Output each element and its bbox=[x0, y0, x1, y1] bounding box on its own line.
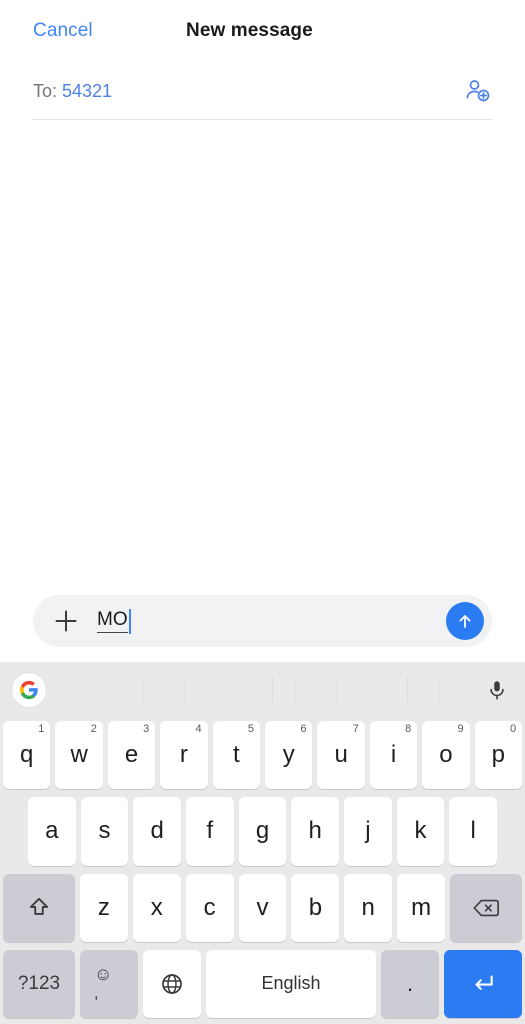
shift-key[interactable] bbox=[3, 873, 75, 942]
key-hint: 7 bbox=[352, 723, 359, 735]
space-key[interactable]: English bbox=[206, 949, 376, 1018]
period-key[interactable]: . bbox=[381, 949, 439, 1018]
key-l[interactable]: l bbox=[449, 797, 498, 866]
key-k[interactable]: k bbox=[396, 797, 445, 866]
key-hint: 0 bbox=[509, 723, 517, 735]
key-hint: 3 bbox=[143, 723, 150, 735]
key-u[interactable]: 7u bbox=[317, 721, 365, 790]
suggestion-divider bbox=[272, 677, 274, 703]
key-hint: 2 bbox=[90, 723, 97, 735]
backspace-icon bbox=[473, 899, 499, 916]
key-i[interactable]: 8i bbox=[369, 721, 418, 790]
suggestion-strip bbox=[0, 662, 525, 718]
key-label: t bbox=[232, 741, 240, 769]
key-z[interactable]: z bbox=[80, 873, 128, 942]
key-o[interactable]: 9o bbox=[422, 721, 470, 790]
comma-label: , bbox=[94, 985, 99, 1003]
key-label: q bbox=[20, 741, 34, 769]
language-switch-key[interactable] bbox=[143, 949, 201, 1018]
key-label: u bbox=[334, 741, 348, 769]
key-q[interactable]: 1q bbox=[3, 721, 51, 790]
key-e[interactable]: 3e bbox=[107, 721, 156, 790]
suggestion-divider bbox=[293, 677, 295, 703]
recipient-label: To: bbox=[33, 80, 58, 101]
suggestion-slots[interactable] bbox=[46, 662, 481, 718]
key-v[interactable]: v bbox=[238, 873, 287, 942]
emoji-comma-key[interactable]: ☺ , bbox=[80, 949, 138, 1018]
page-title: New message bbox=[186, 20, 313, 41]
suggestion-divider bbox=[141, 677, 143, 703]
composing-text: MO bbox=[97, 609, 128, 633]
suggestion-divider bbox=[437, 677, 439, 703]
send-button[interactable] bbox=[446, 602, 484, 640]
enter-return-icon bbox=[475, 975, 493, 990]
key-label: e bbox=[124, 741, 139, 769]
recipient-row: To: 54321 bbox=[0, 62, 525, 120]
key-n[interactable]: n bbox=[344, 873, 393, 942]
key-label: o bbox=[439, 741, 453, 769]
new-message-screen: Cancel New message To: 54321 MO 1 q 2 w … bbox=[0, 0, 525, 1024]
suggestion-divider bbox=[185, 677, 187, 703]
plus-icon[interactable] bbox=[51, 606, 81, 636]
key-row-1: 1q 2w 3e 4r 5t 6y 7u 8i 9o 0p bbox=[3, 721, 523, 790]
key-rows: 1q 2w 3e 4r 5t 6y 7u 8i 9o 0p a s d f g … bbox=[0, 718, 525, 1024]
key-b[interactable]: b bbox=[291, 873, 340, 942]
key-label: i bbox=[390, 741, 397, 769]
suggestion-divider bbox=[407, 677, 409, 703]
key-x[interactable]: x bbox=[132, 873, 181, 942]
emoji-smiley-icon: ☺ bbox=[94, 964, 113, 985]
key-label: r bbox=[179, 741, 188, 769]
recipient-value: 54321 bbox=[62, 80, 113, 101]
key-hint: 4 bbox=[195, 723, 202, 735]
key-label: w bbox=[70, 741, 88, 769]
key-r[interactable]: 4r bbox=[160, 721, 208, 790]
key-row-3: z x c v b n m bbox=[3, 873, 523, 942]
key-w[interactable]: 2w bbox=[55, 721, 103, 790]
key-a[interactable]: a bbox=[28, 797, 76, 866]
symbols-key[interactable]: ?123 bbox=[3, 949, 75, 1018]
enter-key[interactable] bbox=[444, 949, 522, 1018]
key-y[interactable]: 6y bbox=[265, 721, 313, 790]
compose-bar: MO bbox=[0, 580, 525, 662]
key-label: y bbox=[282, 741, 295, 769]
recipient-input[interactable]: To: 54321 bbox=[33, 81, 492, 102]
recipient-divider bbox=[33, 119, 492, 120]
suggestion-divider bbox=[337, 677, 339, 703]
text-caret bbox=[128, 608, 132, 634]
key-j[interactable]: j bbox=[344, 797, 392, 866]
message-text-field[interactable]: MO bbox=[97, 595, 484, 647]
key-row-2: a s d f g h j k l bbox=[3, 797, 522, 866]
key-p[interactable]: 0p bbox=[474, 721, 523, 790]
backspace-key[interactable] bbox=[450, 873, 523, 942]
cancel-button[interactable]: Cancel bbox=[33, 20, 93, 42]
key-g[interactable]: g bbox=[238, 797, 287, 866]
key-m[interactable]: m bbox=[397, 873, 446, 942]
message-input-container[interactable]: MO bbox=[33, 595, 492, 647]
key-d[interactable]: d bbox=[133, 797, 182, 866]
key-hint: 5 bbox=[247, 723, 255, 735]
microphone-icon[interactable] bbox=[481, 674, 513, 706]
shift-arrow-icon bbox=[29, 897, 49, 915]
key-t[interactable]: 5t bbox=[212, 721, 261, 790]
globe-icon bbox=[162, 974, 182, 994]
key-hint: 8 bbox=[405, 723, 412, 735]
key-hint: 1 bbox=[38, 723, 45, 735]
navigation-bar: Cancel New message bbox=[0, 0, 525, 62]
key-h[interactable]: h bbox=[291, 797, 340, 866]
key-hint: 6 bbox=[300, 723, 307, 735]
key-s[interactable]: s bbox=[80, 797, 129, 866]
message-thread-area bbox=[0, 120, 525, 580]
on-screen-keyboard: 1q 2w 3e 4r 5t 6y 7u 8i 9o 0p a s d f g … bbox=[0, 662, 525, 1024]
google-g-icon[interactable] bbox=[12, 673, 46, 707]
key-hint: 9 bbox=[457, 723, 464, 735]
add-person-icon[interactable] bbox=[461, 74, 495, 108]
key-c[interactable]: c bbox=[185, 873, 234, 942]
key-f[interactable]: f bbox=[186, 797, 234, 866]
key-label: p bbox=[491, 741, 506, 769]
key-row-4: ?123 ☺ , English . bbox=[3, 949, 522, 1018]
